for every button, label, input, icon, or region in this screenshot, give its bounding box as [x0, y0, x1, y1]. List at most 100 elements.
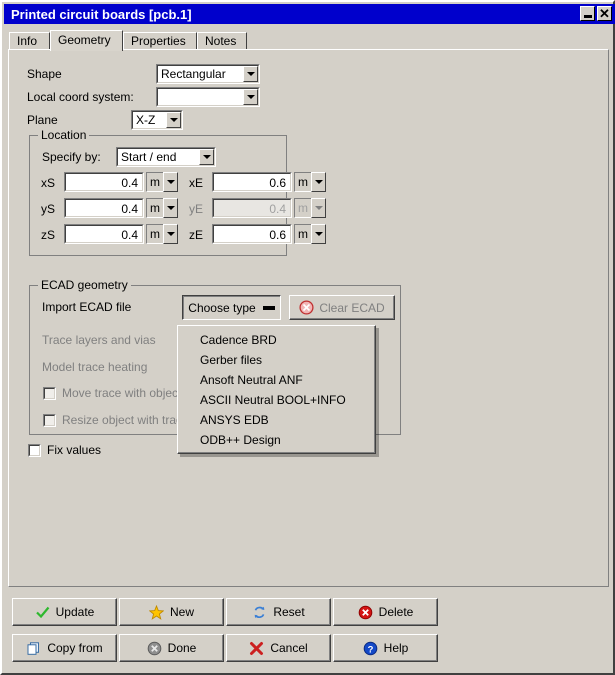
new-button[interactable]: New — [119, 598, 224, 626]
chevron-down-icon[interactable] — [163, 198, 178, 218]
shape-value: Rectangular — [161, 67, 226, 81]
done-button[interactable]: Done — [119, 634, 224, 662]
reset-button[interactable]: Reset — [226, 598, 331, 626]
plane-label: Plane — [27, 113, 58, 127]
new-label: New — [169, 605, 194, 619]
choose-type-button[interactable]: Choose type — [182, 295, 281, 320]
done-label: Done — [167, 641, 197, 655]
delete-button[interactable]: Delete — [333, 598, 438, 626]
copy-from-button[interactable]: Copy from — [12, 634, 117, 662]
specify-by-select[interactable]: Start / end — [116, 147, 216, 167]
minimize-button[interactable] — [580, 6, 595, 21]
location-group: Location Specify by: Start / end xS 0.4 … — [29, 128, 326, 256]
ys-value: 0.4 — [65, 199, 143, 217]
specify-by-label: Specify by: — [42, 150, 101, 164]
move-trace-checkbox — [43, 387, 56, 400]
local-coord-system-label: Local coord system: — [27, 90, 134, 104]
chevron-down-icon[interactable] — [243, 89, 258, 105]
close-button[interactable]: ✕ — [597, 6, 612, 21]
trace-layers-label: Trace layers and vias — [42, 333, 156, 347]
model-trace-heating-label: Model trace heating — [42, 360, 148, 374]
xs-label: xS — [41, 176, 56, 190]
chevron-down-icon[interactable] — [166, 112, 181, 128]
delete-label: Delete — [378, 605, 414, 619]
tab-info[interactable]: Info — [9, 32, 50, 50]
plane-select[interactable]: X-Z — [131, 110, 183, 130]
ye-input: 0.4 — [212, 198, 292, 218]
cancel-x-icon — [249, 641, 264, 656]
update-button[interactable]: Update — [12, 598, 117, 626]
chevron-down-icon[interactable] — [311, 224, 326, 244]
menu-item-ascii-neutral-bool-info[interactable]: ASCII Neutral BOOL+INFO — [178, 390, 374, 410]
choose-type-label: Choose type — [188, 300, 256, 315]
xs-unit-value: m — [146, 172, 163, 192]
xe-unit-select[interactable]: m — [294, 172, 326, 192]
ys-unit-select[interactable]: m — [146, 198, 178, 218]
delete-circle-icon — [358, 605, 373, 620]
ye-unit-value: m — [294, 198, 311, 218]
zs-label: zS — [41, 228, 56, 242]
chevron-down-icon[interactable] — [199, 149, 214, 165]
tab-strip: Info Geometry Properties Notes — [9, 30, 609, 51]
ye-label: yE — [189, 202, 204, 216]
tab-notes-label: Notes — [205, 34, 237, 48]
cancel-button[interactable]: Cancel — [226, 634, 331, 662]
xs-input[interactable]: 0.4 — [64, 172, 144, 192]
ze-label: zE — [189, 228, 204, 242]
reset-label: Reset — [273, 605, 305, 619]
copy-icon — [26, 641, 41, 656]
xe-label: xE — [189, 176, 204, 190]
clear-ecad-button: Clear ECAD — [289, 295, 395, 320]
menu-item-ansys-edb[interactable]: ANSYS EDB — [178, 410, 374, 430]
local-coord-system-select[interactable] — [156, 87, 260, 107]
tab-properties-label: Properties — [131, 34, 186, 48]
menu-item-ansoft-neutral-anf[interactable]: Ansoft Neutral ANF — [178, 370, 374, 390]
tab-info-label: Info — [17, 34, 38, 48]
fix-values-checkbox[interactable] — [28, 444, 41, 457]
ys-label: yS — [41, 202, 56, 216]
close-icon: ✕ — [599, 5, 610, 21]
chevron-down-icon[interactable] — [311, 172, 326, 192]
plane-value: X-Z — [136, 113, 156, 127]
xs-unit-select[interactable]: m — [146, 172, 178, 192]
tab-geometry[interactable]: Geometry — [50, 30, 123, 51]
clear-ecad-label: Clear ECAD — [319, 300, 385, 315]
chevron-down-icon[interactable] — [243, 66, 258, 82]
ze-unit-value: m — [294, 224, 311, 244]
fix-values-label: Fix values — [47, 443, 102, 457]
xe-value: 0.6 — [213, 173, 291, 191]
ye-unit-select: m — [294, 198, 326, 218]
menu-item-cadence-brd[interactable]: Cadence BRD — [178, 330, 374, 350]
choose-type-menu[interactable]: Cadence BRD Gerber files Ansoft Neutral … — [177, 325, 376, 454]
copy-from-label: Copy from — [47, 641, 103, 655]
ze-input[interactable]: 0.6 — [212, 224, 292, 244]
cancel-label: Cancel — [270, 641, 308, 655]
import-ecad-label: Import ECAD file — [42, 300, 132, 314]
shape-select[interactable]: Rectangular — [156, 64, 260, 84]
xe-input[interactable]: 0.6 — [212, 172, 292, 192]
resize-object-checkbox — [43, 414, 56, 427]
zs-unit-select[interactable]: m — [146, 224, 178, 244]
menu-item-gerber-files[interactable]: Gerber files — [178, 350, 374, 370]
minimize-icon — [583, 14, 592, 18]
tab-notes[interactable]: Notes — [197, 32, 247, 50]
done-circle-icon — [147, 641, 162, 656]
geometry-panel: Shape Rectangular Local coord system: Pl… — [8, 49, 609, 587]
zs-unit-value: m — [146, 224, 163, 244]
ys-input[interactable]: 0.4 — [64, 198, 144, 218]
location-group-title: Location — [38, 128, 90, 142]
chevron-down-icon[interactable] — [163, 172, 178, 192]
ze-unit-select[interactable]: m — [294, 224, 326, 244]
xe-unit-value: m — [294, 172, 311, 192]
title-bar: Printed circuit boards [pcb.1] ✕ — [4, 4, 615, 24]
menu-item-odb-design[interactable]: ODB++ Design — [178, 430, 374, 450]
resize-object-label: Resize object with trace — [62, 413, 189, 427]
help-circle-icon: ? — [363, 641, 378, 656]
help-button[interactable]: ? Help — [333, 634, 438, 662]
tab-properties[interactable]: Properties — [123, 32, 197, 50]
zs-input[interactable]: 0.4 — [64, 224, 144, 244]
chevron-down-icon[interactable] — [163, 224, 178, 244]
clear-ecad-icon — [299, 300, 314, 315]
zs-value: 0.4 — [65, 225, 143, 243]
shape-label: Shape — [27, 67, 62, 81]
